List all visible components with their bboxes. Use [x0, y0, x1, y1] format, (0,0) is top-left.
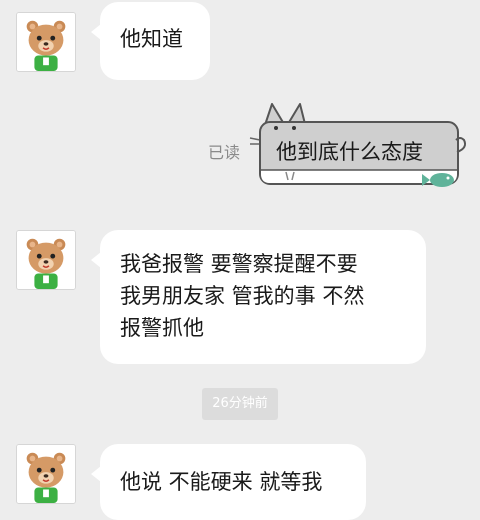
- message-bubble[interactable]: 他知道: [91, 2, 210, 80]
- bear-avatar-icon: [17, 445, 75, 503]
- message-text-line: 我男朋友家 管我的事 不然: [120, 284, 365, 308]
- read-receipt: 已读: [208, 143, 241, 162]
- bear-avatar-icon: [17, 231, 75, 289]
- message-text: 他知道: [120, 27, 183, 51]
- message-text-line: 报警抓他: [120, 316, 204, 340]
- contact-avatar[interactable]: [16, 12, 76, 72]
- message-timestamp: 26分钟前: [202, 388, 278, 420]
- message-text-line: 我爸报警 要警察提醒不要: [120, 252, 358, 276]
- sent-message-bubble[interactable]: 他到底什么态度: [248, 100, 470, 195]
- bear-avatar-icon: [17, 13, 75, 71]
- contact-avatar[interactable]: [16, 230, 76, 290]
- sent-message-text: 他到底什么态度: [276, 140, 423, 164]
- message-text: 他说 不能硬来 就等我: [120, 470, 323, 494]
- contact-avatar[interactable]: [16, 444, 76, 504]
- message-bubble[interactable]: 我爸报警 要警察提醒不要 我男朋友家 管我的事 不然 报警抓他: [91, 230, 426, 364]
- message-bubble[interactable]: 他说 不能硬来 就等我: [91, 444, 366, 520]
